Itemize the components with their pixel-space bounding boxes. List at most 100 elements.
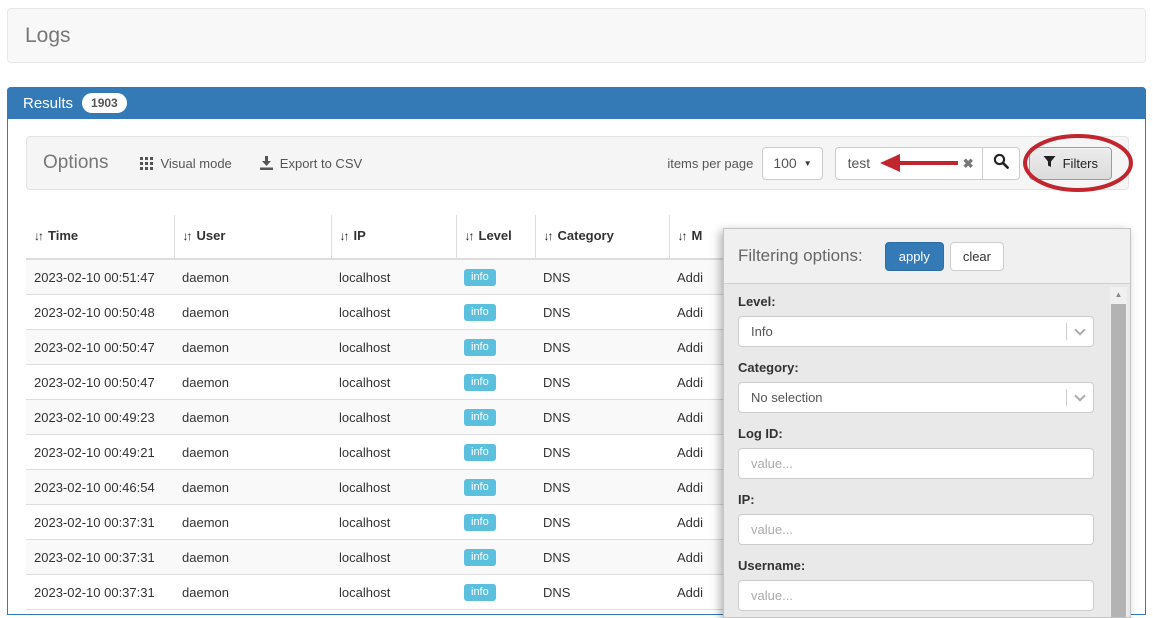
column-header-level[interactable]: ↓↑Level (456, 215, 535, 259)
filter-field-label: IP: (738, 492, 1094, 507)
column-header-ip[interactable]: ↓↑IP (331, 215, 456, 259)
sort-icon[interactable]: ↓↑ (544, 229, 552, 243)
level-badge: info (464, 374, 496, 391)
search-input-wrap: ✖ (835, 147, 983, 180)
sort-icon[interactable]: ↓↑ (34, 229, 42, 243)
filters-button[interactable]: Filters (1029, 147, 1112, 180)
cell-ip: localhost (331, 330, 456, 365)
cell-time: 2023-02-10 00:51:47 (26, 259, 174, 295)
column-header-time[interactable]: ↓↑Time (26, 215, 174, 259)
search-input[interactable] (836, 148, 982, 179)
results-panel-heading: Results 1903 (7, 87, 1146, 119)
cell-ip: localhost (331, 295, 456, 330)
filter-field-label: Log ID: (738, 426, 1094, 441)
cell-time: 2023-02-10 00:50:47 (26, 365, 174, 400)
selected-value: No selection (751, 390, 823, 405)
sort-icon[interactable]: ↓↑ (183, 229, 191, 243)
level-badge: info (464, 549, 496, 566)
cell-level: info (456, 435, 535, 470)
filter-field-label: Username: (738, 558, 1094, 573)
sort-icon[interactable]: ↓↑ (340, 229, 348, 243)
cell-category: DNS (535, 540, 669, 575)
filter-panel-title: Filtering options: (738, 246, 863, 266)
select-divider (1066, 389, 1067, 406)
cell-time: 2023-02-10 00:37:31 (26, 575, 174, 610)
cell-category: DNS (535, 330, 669, 365)
filter-panel: Filtering options: apply clear Level: Inf… (723, 228, 1131, 618)
visual-mode-label: Visual mode (160, 156, 231, 171)
cell-user: daemon (174, 259, 331, 295)
search-icon (993, 153, 1009, 174)
cell-level: info (456, 365, 535, 400)
options-toolbar: Options Visual mode (26, 136, 1129, 190)
cell-time: 2023-02-10 00:49:23 (26, 400, 174, 435)
cell-ip: localhost (331, 400, 456, 435)
cell-category: DNS (535, 470, 669, 505)
select-controls (1066, 383, 1084, 412)
search-button[interactable] (983, 147, 1020, 180)
filter-select-level[interactable]: Info (738, 316, 1094, 347)
filter-field: Category: No selection (738, 360, 1094, 413)
sort-icon[interactable]: ↓↑ (678, 229, 686, 243)
level-badge: info (464, 269, 496, 286)
filter-input-username[interactable] (738, 580, 1094, 611)
cell-category: DNS (535, 295, 669, 330)
cell-time: 2023-02-10 00:50:47 (26, 330, 174, 365)
cell-level: info (456, 540, 535, 575)
filter-panel-scrollbar[interactable]: ▲ (1110, 287, 1127, 617)
level-badge: info (464, 584, 496, 601)
cell-ip: localhost (331, 505, 456, 540)
filter-field-label: Category: (738, 360, 1094, 375)
cell-category: DNS (535, 505, 669, 540)
items-per-page-label: items per page (667, 156, 753, 171)
column-header-user[interactable]: ↓↑User (174, 215, 331, 259)
cell-user: daemon (174, 435, 331, 470)
cell-level: info (456, 330, 535, 365)
cell-category: DNS (535, 259, 669, 295)
cell-category: DNS (535, 575, 669, 610)
level-badge: info (464, 409, 496, 426)
caret-down-icon: ▼ (804, 159, 812, 168)
cell-user: daemon (174, 505, 331, 540)
grid-icon (140, 157, 153, 170)
scrollbar-thumb[interactable] (1111, 304, 1126, 617)
apply-button[interactable]: apply (885, 242, 944, 271)
cell-time: 2023-02-10 00:50:48 (26, 295, 174, 330)
filter-field: Log ID: (738, 426, 1094, 479)
select-controls (1066, 317, 1084, 346)
clear-button[interactable]: clear (950, 242, 1004, 271)
select-divider (1066, 323, 1067, 340)
filter-field: Username: (738, 558, 1094, 611)
clear-search-icon[interactable]: ✖ (963, 156, 974, 172)
chevron-down-icon (1074, 390, 1085, 401)
filter-panel-header: Filtering options: apply clear (724, 229, 1130, 284)
filter-field-label: Level: (738, 294, 1094, 309)
scroll-up-button[interactable]: ▲ (1110, 287, 1127, 302)
cell-time: 2023-02-10 00:37:31 (26, 540, 174, 575)
cell-ip: localhost (331, 435, 456, 470)
filter-input-logid[interactable] (738, 448, 1094, 479)
cell-category: DNS (535, 400, 669, 435)
filter-input-ip[interactable] (738, 514, 1094, 545)
cell-ip: localhost (331, 470, 456, 505)
cell-ip: localhost (331, 259, 456, 295)
cell-level: info (456, 575, 535, 610)
cell-level: info (456, 470, 535, 505)
filter-field: IP: (738, 492, 1094, 545)
results-title: Results (23, 95, 73, 112)
items-per-page-dropdown[interactable]: 100 ▼ (762, 147, 822, 180)
cell-ip: localhost (331, 365, 456, 400)
cell-level: info (456, 259, 535, 295)
cell-user: daemon (174, 295, 331, 330)
level-badge: info (464, 514, 496, 531)
export-csv-button[interactable]: Export to CSV (260, 156, 362, 171)
cell-time: 2023-02-10 00:49:21 (26, 435, 174, 470)
filter-select-category[interactable]: No selection (738, 382, 1094, 413)
cell-time: 2023-02-10 00:37:31 (26, 505, 174, 540)
cell-category: DNS (535, 435, 669, 470)
filter-funnel-icon (1043, 155, 1056, 171)
visual-mode-button[interactable]: Visual mode (140, 156, 231, 171)
level-badge: info (464, 444, 496, 461)
column-header-category[interactable]: ↓↑Category (535, 215, 669, 259)
sort-icon[interactable]: ↓↑ (465, 229, 473, 243)
